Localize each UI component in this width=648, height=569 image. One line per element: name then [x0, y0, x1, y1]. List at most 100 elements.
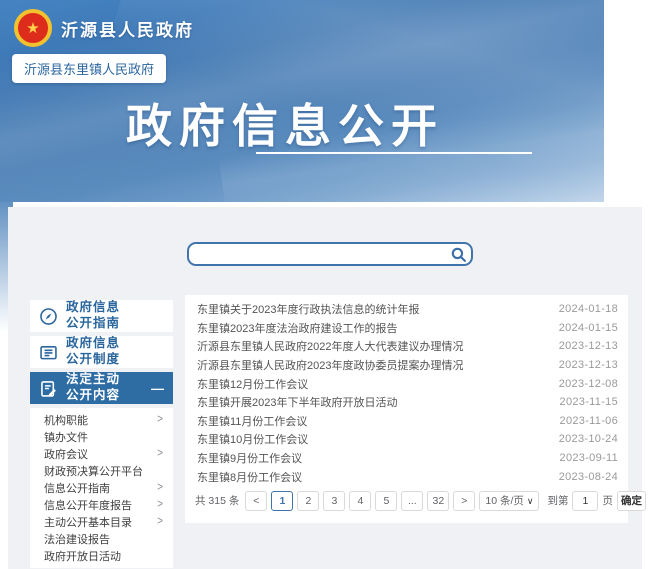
- news-date: 2023-09-11: [550, 452, 618, 464]
- prev-page-button[interactable]: <: [245, 491, 267, 511]
- sidebar-subitem[interactable]: 信息公开指南 >: [30, 479, 173, 496]
- page-button-5[interactable]: 5: [375, 491, 397, 511]
- search-bar: [187, 242, 473, 266]
- total-count: 共 315 条: [195, 493, 239, 508]
- pagination: 共 315 条 < 12345...32 > 10 条/页 ∨ 到第 页 确定: [185, 491, 628, 511]
- sidebar-item-1[interactable]: 政府信息公开指南: [30, 300, 173, 332]
- news-date: 2023-08-24: [549, 471, 618, 483]
- sidebar-item-label: 政府信息公开指南: [66, 300, 120, 331]
- news-title-link[interactable]: 东里镇8月份工作会议: [197, 469, 302, 485]
- chevron-right-icon: >: [157, 498, 163, 511]
- sidebar-item-label: 法定主动公开内容: [66, 372, 120, 403]
- news-title-link[interactable]: 沂源县东里镇人民政府2023年度政协委员提案办理情况: [197, 357, 463, 373]
- search-button[interactable]: [446, 244, 470, 264]
- chevron-right-icon: >: [157, 447, 163, 460]
- news-row[interactable]: 东里镇9月份工作会议 2023-09-11: [185, 449, 628, 468]
- system-icon: [30, 342, 66, 363]
- news-list: 东里镇关于2023年度行政执法信息的统计年报 2024-01-18 东里镇2023年…: [185, 295, 628, 486]
- content-panel: 政府信息公开指南政府信息公开制度法定主动公开内容 — 机构职能 > 镇办文件政府会议 >…: [8, 207, 642, 569]
- page: ★ 沂源县人民政府 沂源县东里镇人民政府 政府信息公开 政府信息公开指南政府信息…: [0, 0, 648, 569]
- page-number-buttons: 12345...32: [271, 491, 449, 511]
- news-row[interactable]: 东里镇8月份工作会议 2023-08-24: [185, 467, 628, 486]
- china-national-emblem-icon: ★: [14, 9, 52, 47]
- sidebar-subitem-label: 法治建设报告: [44, 531, 110, 547]
- brand-row: ★ 沂源县人民政府: [14, 9, 194, 47]
- news-title-link[interactable]: 东里镇12月份工作会议: [197, 376, 308, 392]
- news-row[interactable]: 沂源县东里镇人民政府2023年度政协委员提案办理情况 2023-12-13: [185, 356, 628, 375]
- site-title: 沂源县人民政府: [61, 16, 194, 41]
- page-button-2[interactable]: 2: [297, 491, 319, 511]
- news-row[interactable]: 东里镇开展2023年下半年政府开放日活动 2023-11-15: [185, 393, 628, 412]
- sidebar-subitem[interactable]: 财政预决算公开平台: [30, 462, 173, 479]
- sidebar-item-label: 政府信息公开制度: [66, 336, 120, 367]
- sidebar-subitem[interactable]: 法治建设报告: [30, 530, 173, 547]
- sidebar-subitem[interactable]: 政府会议 >: [30, 445, 173, 462]
- news-row[interactable]: 东里镇关于2023年度行政执法信息的统计年报 2024-01-18: [185, 300, 628, 319]
- next-page-button[interactable]: >: [453, 491, 475, 511]
- chevron-right-icon: >: [157, 515, 163, 528]
- page-button-3[interactable]: 3: [323, 491, 345, 511]
- news-list-panel: 东里镇关于2023年度行政执法信息的统计年报 2024-01-18 东里镇2023年…: [185, 295, 628, 523]
- news-date: 2023-12-08: [549, 378, 618, 390]
- caret-down-icon: ∨: [527, 492, 534, 510]
- news-row[interactable]: 东里镇12月份工作会议 2023-12-08: [185, 374, 628, 393]
- sidebar-item-2[interactable]: 政府信息公开制度: [30, 336, 173, 368]
- news-title-link[interactable]: 东里镇关于2023年度行政执法信息的统计年报: [197, 301, 419, 317]
- news-date: 2023-11-15: [550, 396, 618, 408]
- news-row[interactable]: 东里镇10月份工作会议 2023-10-24: [185, 430, 628, 449]
- news-date: 2023-12-13: [549, 340, 618, 352]
- news-row[interactable]: 东里镇2023年度法治政府建设工作的报告 2024-01-15: [185, 319, 628, 338]
- news-date: 2023-11-06: [550, 415, 618, 427]
- news-title-link[interactable]: 东里镇9月份工作会议: [197, 450, 302, 466]
- search-icon: [450, 246, 467, 263]
- banner: ★ 沂源县人民政府 沂源县东里镇人民政府 政府信息公开: [0, 0, 604, 202]
- sidebar-submenu: 机构职能>镇办文件政府会议>财政预决算公开平台信息公开指南>信息公开年度报告>主…: [30, 408, 173, 568]
- sidebar-subitem-label: 政府开放日活动: [44, 548, 121, 564]
- sidebar-subitem-label: 主动公开基本目录: [44, 514, 132, 530]
- news-date: 2024-01-18: [549, 303, 618, 315]
- page-button-4[interactable]: 4: [349, 491, 371, 511]
- goto-prefix-label: 到第: [547, 493, 568, 508]
- news-date: 2024-01-15: [549, 322, 618, 334]
- sidebar-subitem-label: 财政预决算公开平台: [44, 463, 143, 479]
- sidebar-subitem-label: 镇办文件: [44, 429, 88, 445]
- news-title-link[interactable]: 东里镇11月份工作会议: [197, 413, 307, 429]
- news-date: 2023-10-24: [549, 433, 618, 445]
- news-title-link[interactable]: 东里镇2023年度法治政府建设工作的报告: [197, 320, 397, 336]
- collapse-minus-icon[interactable]: —: [151, 381, 164, 396]
- sidebar-subitem[interactable]: 政府开放日活动: [30, 547, 173, 564]
- sidebar-subitem[interactable]: 信息公开年度报告 >: [30, 496, 173, 513]
- page-button-1[interactable]: 1: [271, 491, 293, 511]
- sidebar-subitem[interactable]: 镇办文件: [30, 428, 173, 445]
- sidebar-subitem-label: 信息公开指南: [44, 480, 110, 496]
- guide-icon: [30, 306, 66, 327]
- page-size-label: 10 条/页: [485, 492, 524, 510]
- goto-suffix-label: 页: [602, 493, 613, 508]
- goto-page-input[interactable]: [572, 491, 598, 511]
- search-input[interactable]: [187, 242, 473, 266]
- news-title-link[interactable]: 东里镇开展2023年下半年政府开放日活动: [197, 394, 397, 410]
- goto-confirm-button[interactable]: 确定: [617, 491, 646, 511]
- town-gov-badge[interactable]: 沂源县东里镇人民政府: [12, 54, 166, 83]
- sidebar-subitem-label: 信息公开年度报告: [44, 497, 132, 513]
- news-date: 2023-12-13: [549, 359, 618, 371]
- page-size-select[interactable]: 10 条/页 ∨: [479, 491, 539, 511]
- content-icon: [30, 378, 66, 399]
- news-title-link[interactable]: 沂源县东里镇人民政府2022年度人大代表建议办理情况: [197, 338, 463, 354]
- page-title: 政府信息公开: [126, 90, 444, 156]
- sidebar-subitem-label: 政府会议: [44, 446, 88, 462]
- sidebar: 政府信息公开指南政府信息公开制度法定主动公开内容 — 机构职能 > 镇办文件政府会议 >…: [30, 300, 173, 568]
- sidebar-subitem[interactable]: 机构职能 >: [30, 411, 173, 428]
- news-row[interactable]: 东里镇11月份工作会议 2023-11-06: [185, 412, 628, 431]
- sidebar-subitem[interactable]: 主动公开基本目录 >: [30, 513, 173, 530]
- sidebar-main-items: 政府信息公开指南政府信息公开制度法定主动公开内容 —: [30, 300, 173, 404]
- news-title-link[interactable]: 东里镇10月份工作会议: [197, 431, 308, 447]
- chevron-right-icon: >: [157, 413, 163, 426]
- page-ellipsis-button[interactable]: ...: [401, 491, 423, 511]
- sidebar-item-3[interactable]: 法定主动公开内容 —: [30, 372, 173, 404]
- title-underline: [256, 152, 532, 154]
- news-row[interactable]: 沂源县东里镇人民政府2022年度人大代表建议办理情况 2023-12-13: [185, 337, 628, 356]
- sidebar-subitem-label: 机构职能: [44, 412, 88, 428]
- chevron-right-icon: >: [157, 481, 163, 494]
- page-button-32[interactable]: 32: [427, 491, 449, 511]
